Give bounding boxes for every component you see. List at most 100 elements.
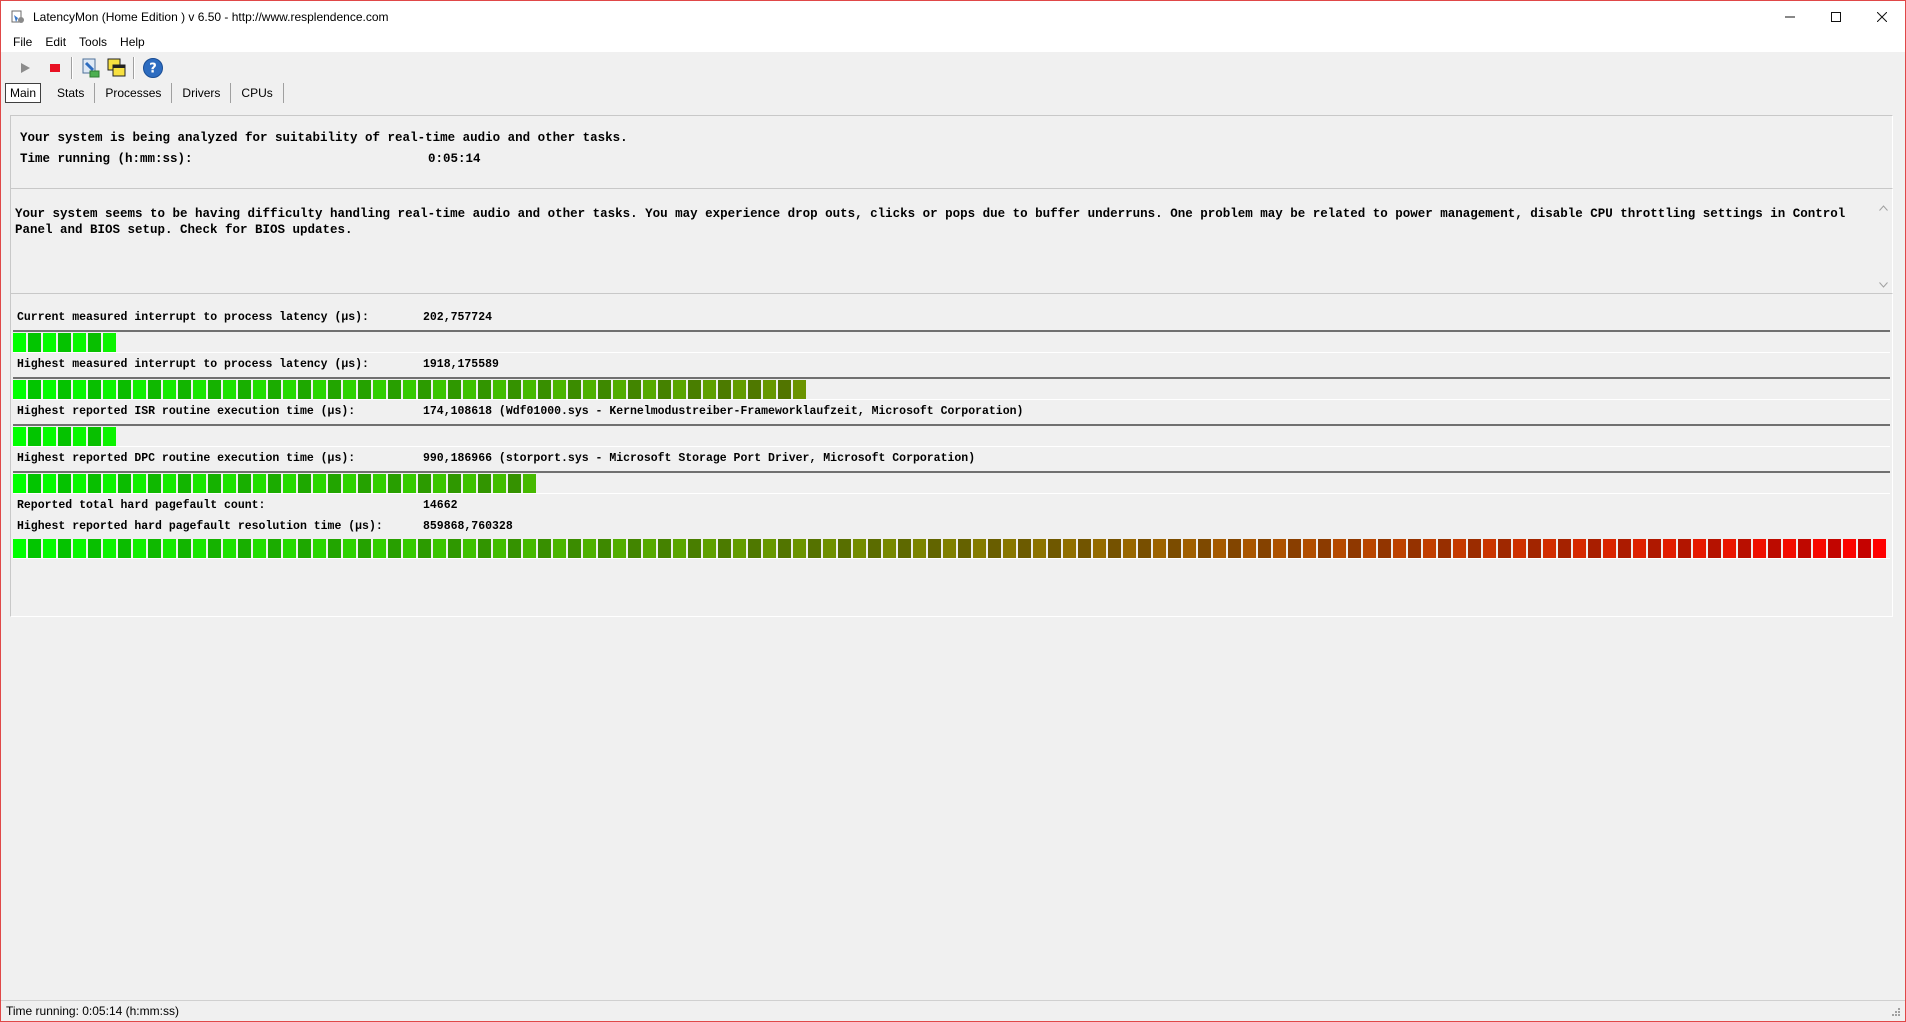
maximize-button[interactable] (1813, 1, 1859, 32)
bar-segment (433, 539, 446, 558)
bar-segment (1738, 539, 1751, 558)
title-bar[interactable]: LatencyMon (Home Edition ) v 6.50 - http… (1, 1, 1905, 32)
menu-bar: File Edit Tools Help (1, 32, 1905, 53)
bar-segment (613, 380, 626, 399)
bar-segment (343, 539, 356, 558)
bar-fill (13, 539, 1888, 559)
bar-segment (73, 427, 86, 446)
bar-segment (478, 539, 491, 558)
tab-stats[interactable]: Stats (47, 83, 96, 103)
bar-segment (823, 539, 836, 558)
bar-segment (1108, 539, 1121, 558)
bar-segment (688, 380, 701, 399)
bar-segment (268, 539, 281, 558)
bar-segment (493, 539, 506, 558)
bar-segment (343, 380, 356, 399)
analysis-status-panel: Your system is being analyzed for suitab… (10, 115, 1893, 189)
bar-segment (118, 474, 131, 493)
bar-segment (508, 474, 521, 493)
bar-segment (118, 539, 131, 558)
bar-segment (133, 539, 146, 558)
bar-segment (778, 380, 791, 399)
bar-segment (838, 539, 851, 558)
status-bar-text: Time running: 0:05:14 (h:mm:ss) (6, 1004, 179, 1018)
bar-segment (988, 539, 1001, 558)
tab-main[interactable]: Main (5, 83, 42, 103)
conclusion-text: Your system seems to be having difficult… (15, 207, 1846, 237)
scroll-down-icon[interactable] (1875, 276, 1892, 293)
svg-text:?: ? (149, 62, 157, 77)
bar-segment (1378, 539, 1391, 558)
bar-segment (1588, 539, 1601, 558)
bar-segment (1363, 539, 1376, 558)
bar-segment (238, 474, 251, 493)
bar-segment (943, 539, 956, 558)
tab-drivers[interactable]: Drivers (172, 83, 232, 103)
bar-segment (103, 333, 116, 352)
bar-segment (1633, 539, 1646, 558)
bar-segment (298, 539, 311, 558)
bar-segment (733, 539, 746, 558)
tab-cpus[interactable]: CPUs (231, 83, 284, 103)
bar-segment (928, 539, 941, 558)
bar-segment (583, 539, 596, 558)
bar-segment (313, 380, 326, 399)
bar-fill (13, 427, 118, 447)
bar-segment (898, 539, 911, 558)
play-icon[interactable] (13, 56, 37, 80)
bar-segment (1843, 539, 1856, 558)
help-icon[interactable]: ? (141, 56, 165, 80)
bar-segment (43, 427, 56, 446)
bar-segment (538, 380, 551, 399)
bar-segment (1798, 539, 1811, 558)
bar-segment (178, 380, 191, 399)
bar-segment (148, 474, 161, 493)
conclusion-scrollbar[interactable] (1875, 189, 1892, 293)
bar-segment (73, 333, 86, 352)
bar-segment (1093, 539, 1106, 558)
metric-value: 1918,175589 (423, 358, 499, 371)
bar-segment (223, 380, 236, 399)
bar-segment (253, 474, 266, 493)
bar-segment (193, 539, 206, 558)
bar-segment (553, 380, 566, 399)
menu-edit[interactable]: Edit (39, 35, 72, 49)
windows-icon[interactable] (105, 56, 129, 80)
bar-segment (748, 539, 761, 558)
bar-segment (508, 380, 521, 399)
bar-segment (148, 539, 161, 558)
bar-segment (373, 539, 386, 558)
bar-segment (73, 474, 86, 493)
bar-segment (523, 539, 536, 558)
tab-processes[interactable]: Processes (95, 83, 173, 103)
metric-label: Current measured interrupt to process la… (17, 311, 369, 324)
bar-segment (1723, 539, 1736, 558)
close-button[interactable] (1859, 1, 1905, 32)
bar-segment (73, 380, 86, 399)
bar-segment (568, 380, 581, 399)
stop-icon[interactable] (43, 56, 67, 80)
bar-segment (433, 380, 446, 399)
resize-grip-icon[interactable] (1889, 1007, 1901, 1019)
menu-help[interactable]: Help (114, 35, 151, 49)
scroll-up-icon[interactable] (1875, 199, 1892, 216)
bar-segment (1603, 539, 1616, 558)
minimize-button[interactable] (1767, 1, 1813, 32)
bar-segment (43, 333, 56, 352)
bar-segment (283, 539, 296, 558)
bar-segment (568, 539, 581, 558)
menu-file[interactable]: File (7, 35, 38, 49)
bar-segment (1273, 539, 1286, 558)
bar-segment (208, 474, 221, 493)
bar-segment (103, 539, 116, 558)
bar-segment (523, 474, 536, 493)
bar-segment (718, 539, 731, 558)
bar-segment (298, 380, 311, 399)
bar-segment (463, 474, 476, 493)
bar-segment (1423, 539, 1436, 558)
metric-label: Highest reported DPC routine execution t… (17, 452, 356, 465)
menu-tools[interactable]: Tools (73, 35, 113, 49)
bar-segment (253, 539, 266, 558)
hardware-icon[interactable] (79, 56, 103, 80)
bar-segment (418, 539, 431, 558)
